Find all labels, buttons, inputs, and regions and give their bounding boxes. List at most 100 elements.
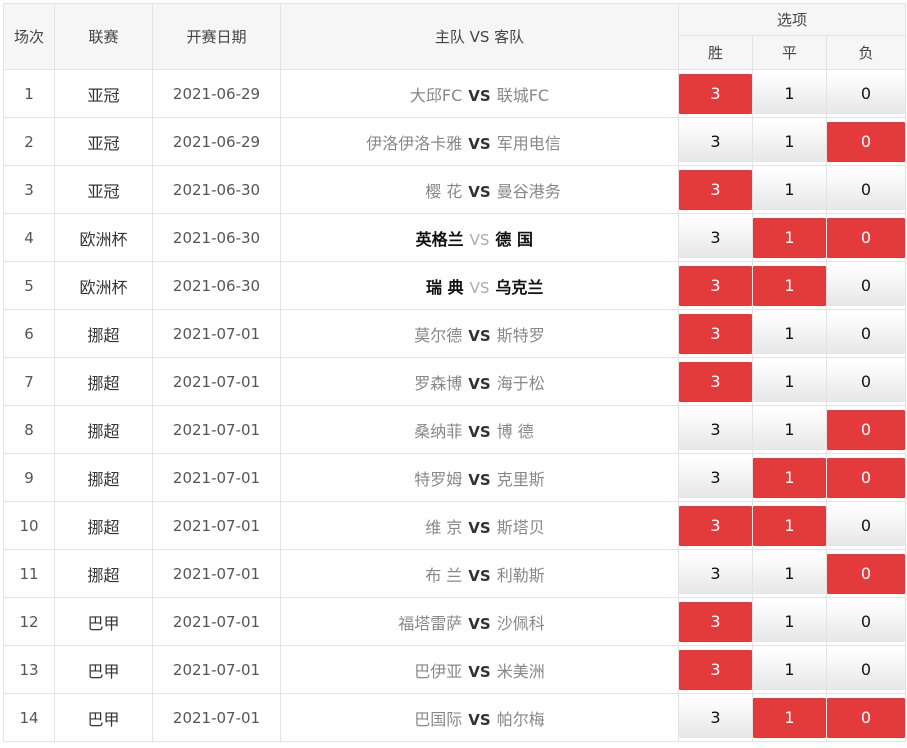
option-draw-button[interactable]: 1: [753, 457, 826, 498]
vs-label: VS: [468, 662, 491, 681]
match-date: 2021-07-01: [152, 453, 281, 502]
match-date: 2021-07-01: [152, 549, 281, 598]
league-name: 挪超: [54, 309, 153, 358]
match-date: 2021-06-29: [152, 69, 281, 118]
match-teams: 英格兰 VS 德 国: [280, 213, 679, 262]
home-team: 特罗姆: [414, 469, 463, 489]
match-number: 12: [3, 597, 55, 646]
option-draw-button[interactable]: 1: [753, 553, 826, 594]
option-draw-button[interactable]: 1: [753, 217, 826, 258]
option-win-button[interactable]: 3: [679, 121, 752, 162]
option-win-button[interactable]: 3: [679, 649, 752, 690]
option-lose-button[interactable]: 0: [827, 361, 905, 402]
option-win-button[interactable]: 3: [679, 505, 752, 546]
table-row: 4 欧洲杯 2021-06-30 英格兰 VS 德 国 310: [3, 213, 907, 262]
league-name: 亚冠: [54, 165, 153, 214]
table-row: 11 挪超 2021-07-01 布 兰 VS 利勒斯 3 1 0: [3, 549, 907, 598]
option-win-button[interactable]: 3: [679, 361, 752, 402]
option-lose-button[interactable]: 0: [827, 553, 905, 594]
option-draw-button[interactable]: 1: [753, 697, 826, 738]
option-win-button[interactable]: 3: [679, 553, 752, 594]
option-win-button[interactable]: 3: [679, 697, 752, 738]
option-draw-button[interactable]: 1: [753, 361, 826, 402]
match-date: 2021-06-29: [152, 117, 281, 166]
option-win-button[interactable]: 3: [679, 169, 752, 210]
match-date: 2021-07-01: [152, 405, 281, 454]
option-lose-button[interactable]: 0: [827, 505, 905, 546]
table-row: 10 挪超 2021-07-01 维 京 VS 斯塔贝 3 1 0: [3, 501, 907, 550]
option-win-button[interactable]: 3: [679, 73, 752, 114]
option-lose-button[interactable]: 0: [827, 265, 905, 306]
match-number: 1: [3, 69, 55, 118]
league-name: 巴甲: [54, 645, 153, 694]
option-win-button[interactable]: 3: [679, 409, 752, 450]
match-number: 8: [3, 405, 55, 454]
match-rows: 1 亚冠 2021-06-29 大邱FC VS 联城FC 3 1 0 2 亚冠 2021-06-29 伊…: [3, 69, 907, 742]
league-name: 挪超: [54, 549, 153, 598]
match-teams: 特罗姆 VS 克里斯: [280, 453, 679, 502]
option-draw-button[interactable]: 1: [753, 169, 826, 210]
option-cell-draw: 1: [752, 597, 827, 646]
vs-label: VS: [468, 710, 491, 729]
option-cell-draw: 1: [752, 453, 827, 502]
option-cell-win: 3: [678, 597, 753, 646]
header-win: 胜: [678, 35, 753, 70]
match-teams: 莫尔德 VS 斯特罗: [280, 309, 679, 358]
option-draw-button[interactable]: 1: [753, 649, 826, 690]
option-draw-button[interactable]: 1: [753, 121, 826, 162]
option-draw-button[interactable]: 1: [753, 601, 826, 642]
option-lose-button[interactable]: 0: [827, 601, 905, 642]
option-draw-button[interactable]: 1: [753, 313, 826, 354]
option-lose-button[interactable]: 0: [827, 169, 905, 210]
option-win-button[interactable]: 3: [679, 457, 752, 498]
match-number: 6: [3, 309, 55, 358]
home-team: 维 京: [425, 517, 463, 537]
option-draw-button[interactable]: 1: [753, 409, 826, 450]
option-cell-win: 3: [678, 501, 753, 550]
option-win-button[interactable]: 3: [679, 217, 752, 258]
home-team: 樱 花: [425, 181, 463, 201]
vs-label: VS: [468, 326, 491, 345]
home-team: 巴伊亚: [414, 661, 463, 681]
home-team: 伊洛伊洛卡雅: [366, 133, 463, 153]
option-draw-button[interactable]: 1: [753, 265, 826, 306]
match-teams: 伊洛伊洛卡雅 VS 军用电信: [280, 117, 679, 166]
vs-label: VS: [468, 614, 491, 633]
home-team: 大邱FC: [409, 85, 463, 105]
table-row: 9 挪超 2021-07-01 特罗姆 VS 克里斯 3 1 0: [3, 453, 907, 502]
option-lose-button[interactable]: 0: [827, 409, 905, 450]
match-teams: 大邱FC VS 联城FC: [280, 69, 679, 118]
option-lose-button[interactable]: 0: [827, 457, 905, 498]
option-lose-button[interactable]: 0: [827, 73, 905, 114]
away-team: 米美洲: [496, 661, 545, 681]
option-cell-draw: 1: [752, 549, 827, 598]
away-team: 乌克兰: [495, 277, 544, 297]
option-lose-button[interactable]: 0: [827, 217, 905, 258]
option-lose-button[interactable]: 0: [827, 649, 905, 690]
option-lose-button[interactable]: 0: [827, 313, 905, 354]
option-draw-button[interactable]: 1: [753, 505, 826, 546]
option-win-button[interactable]: 3: [679, 313, 752, 354]
option-lose-button[interactable]: 0: [827, 697, 905, 738]
option-cell-lose: 0: [825, 453, 907, 502]
option-lose-button[interactable]: 0: [827, 121, 905, 162]
table-row: 5 欧洲杯 2021-06-30 瑞 典 VS 乌克兰 3 1 0: [3, 261, 907, 310]
vs-label: VS: [468, 86, 491, 105]
option-draw-button[interactable]: 1: [753, 73, 826, 114]
option-cell-win: 3: [678, 261, 753, 310]
option-cell-win: 3: [678, 117, 753, 166]
home-team: 英格兰: [415, 229, 464, 249]
header-options: 选项: [677, 3, 907, 36]
away-team: 德 国: [495, 229, 533, 249]
league-name: 挪超: [54, 501, 153, 550]
option-cell-draw: 1: [752, 69, 827, 118]
away-team: 帕尔梅: [496, 709, 545, 729]
option-win-button[interactable]: 3: [679, 601, 752, 642]
match-teams: 巴伊亚 VS 米美洲: [280, 645, 679, 694]
option-cell-lose: 0: [825, 597, 907, 646]
away-team: 博 德: [496, 421, 534, 441]
match-date: 2021-06-30: [152, 261, 281, 310]
home-team: 桑纳菲: [414, 421, 463, 441]
option-win-button[interactable]: 3: [679, 265, 752, 306]
match-date: 2021-07-01: [152, 597, 281, 646]
